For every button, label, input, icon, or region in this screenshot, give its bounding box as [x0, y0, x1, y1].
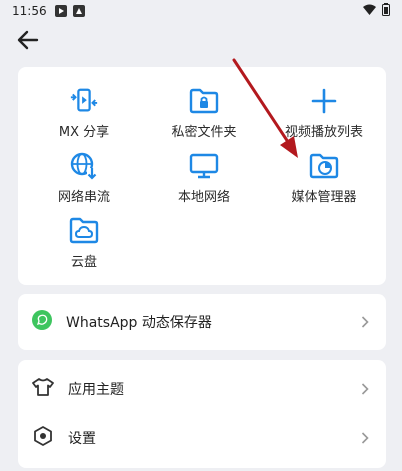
grid-item-local-network[interactable]: 本地网络 [144, 151, 264, 207]
grid-item-label: 媒体管理器 [291, 190, 357, 205]
app-notification-icon [72, 5, 85, 17]
grid-item-private-folder[interactable]: 私密文件夹 [144, 86, 264, 142]
whatsapp-icon [32, 310, 52, 334]
row-label: WhatsApp 动态保存器 [66, 315, 212, 331]
plus-icon [309, 86, 339, 116]
share-device-icon [69, 86, 99, 116]
grid-item-label: MX 分享 [58, 125, 110, 140]
whatsapp-status-saver-row[interactable]: WhatsApp 动态保存器 [18, 297, 386, 347]
grid-item-cloud-drive[interactable]: 云盘 [24, 216, 144, 272]
battery-icon [382, 3, 390, 19]
globe-download-icon [69, 151, 99, 181]
app-theme-row[interactable]: 应用主题 [18, 364, 386, 414]
chevron-right-icon [358, 315, 372, 329]
chevron-right-icon [358, 431, 372, 445]
locked-folder-icon [189, 86, 219, 116]
grid-item-media-manager[interactable]: 媒体管理器 [264, 151, 384, 207]
row-label: 设置 [68, 431, 96, 447]
grid-item-network-stream[interactable]: 网络串流 [24, 151, 144, 207]
back-button[interactable] [10, 28, 46, 56]
grid-item-label: 本地网络 [177, 190, 230, 205]
arrow-left-icon [17, 30, 39, 54]
chevron-right-icon [358, 382, 372, 396]
grid-item-label: 视频播放列表 [284, 125, 363, 140]
folder-chart-icon [309, 151, 339, 181]
whatsapp-card: WhatsApp 动态保存器 [18, 294, 386, 350]
hexagon-settings-icon [32, 425, 54, 451]
feature-grid-card: MX 分享 私密文件夹 视频播放列表 网络串流 本地网络 媒体管理器 云盘 [18, 67, 386, 285]
status-time: 11:56 [12, 4, 47, 18]
play-notification-icon [54, 5, 67, 17]
grid-item-label: 网络串流 [57, 190, 110, 205]
settings-row[interactable]: 设置 [18, 413, 386, 463]
grid-item-label: 私密文件夹 [171, 125, 237, 140]
wifi-icon [363, 4, 376, 18]
cloud-folder-icon [69, 216, 99, 246]
grid-item-mx-share[interactable]: MX 分享 [24, 86, 144, 142]
grid-item-video-playlist[interactable]: 视频播放列表 [264, 86, 384, 142]
row-label: 应用主题 [68, 382, 124, 398]
monitor-icon [189, 151, 219, 181]
tshirt-icon [32, 377, 54, 401]
status-bar: 11:56 [0, 0, 402, 22]
settings-card: 应用主题 设置 [18, 360, 386, 468]
grid-item-label: 云盘 [70, 255, 97, 270]
